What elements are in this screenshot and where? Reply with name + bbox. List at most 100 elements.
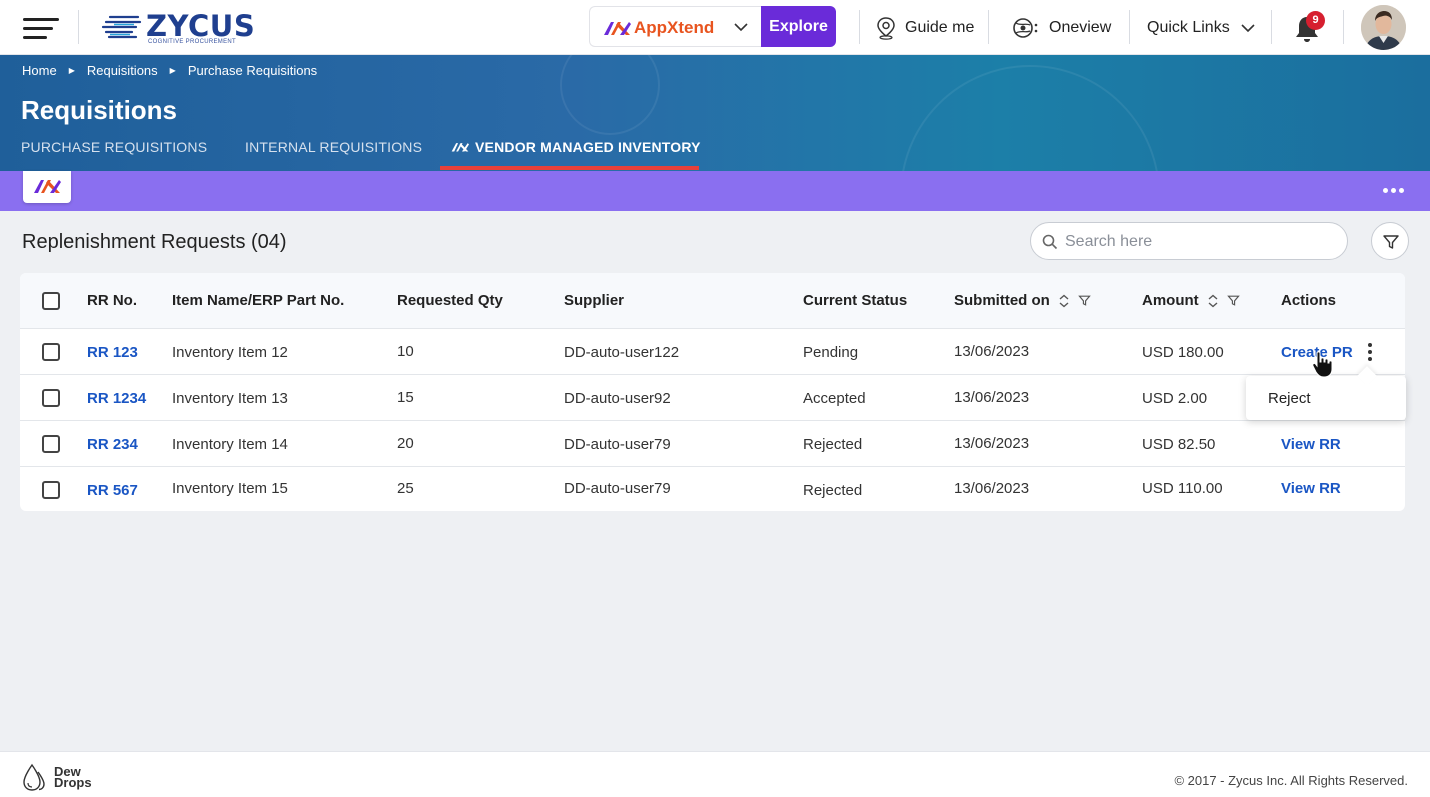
submitted-date: 13/06/2023 — [954, 480, 1030, 497]
amount: USD 82.50 — [1142, 436, 1216, 453]
appxtend-logo-icon — [451, 143, 469, 152]
tab-purchase-requisitions[interactable]: PURCHASE REQUISITIONS — [21, 139, 207, 155]
divider — [1343, 10, 1344, 44]
current-status: Pending — [803, 344, 859, 361]
appxtend-app-button[interactable] — [23, 171, 71, 203]
column-header-actions: Actions — [1281, 292, 1337, 309]
guide-me-button[interactable]: Guide me — [876, 0, 974, 55]
supplier-name: DD-auto-user92 — [564, 390, 671, 407]
appxtend-dropdown[interactable]: AppXtend — [589, 6, 761, 47]
divider — [859, 10, 860, 44]
breadcrumb-separator-icon: ▶ — [68, 66, 75, 75]
dewdrops-drop-icon — [23, 763, 45, 791]
column-header-status: Current Status — [803, 292, 908, 309]
more-options-icon[interactable] — [1383, 186, 1405, 196]
requested-qty: 25 — [397, 480, 414, 497]
appxtend-label: AppXtend — [634, 18, 715, 37]
oneview-globe-icon — [1013, 17, 1038, 38]
divider — [1129, 10, 1130, 44]
divider — [78, 10, 79, 44]
banner-decoration — [560, 55, 660, 135]
page-title: Requisitions — [21, 95, 178, 125]
amount: USD 2.00 — [1142, 390, 1208, 407]
explore-button[interactable]: Explore — [761, 6, 836, 47]
filter-button[interactable] — [1371, 222, 1409, 260]
reject-menu-item[interactable]: Reject — [1268, 390, 1311, 407]
amount: USD 110.00 — [1142, 480, 1223, 497]
copyright-text: © 2017 - Zycus Inc. All Rights Reserved. — [1174, 773, 1408, 788]
breadcrumb: Home ▶ Requisitions ▶ Purchase Requisiti… — [22, 63, 317, 78]
page-header-banner: Home ▶ Requisitions ▶ Purchase Requisiti… — [0, 55, 1430, 171]
breadcrumb-separator-icon: ▶ — [169, 66, 176, 75]
search-icon — [1042, 234, 1058, 250]
view-rr-link[interactable]: View RR — [1281, 480, 1341, 497]
column-filter-icon[interactable] — [1226, 294, 1240, 307]
table-header: RR No. Item Name/ERP Part No. Requested … — [20, 273, 1405, 329]
active-tab-indicator — [440, 166, 699, 170]
notification-count-badge: 9 — [1306, 11, 1325, 30]
item-name: Inventory Item 12 — [172, 344, 288, 361]
table-row: RR 567 Inventory Item 15 25 DD-auto-user… — [20, 467, 1405, 513]
table-row: RR 123 Inventory Item 12 10 DD-auto-user… — [20, 329, 1405, 375]
user-avatar-image — [1361, 5, 1406, 50]
breadcrumb-requisitions[interactable]: Requisitions — [87, 63, 158, 78]
column-filter-icon[interactable] — [1078, 294, 1091, 307]
requested-qty: 10 — [397, 343, 414, 360]
chevron-down-icon — [1241, 23, 1255, 32]
submitted-date: 13/06/2023 — [954, 389, 1030, 406]
user-avatar[interactable] — [1361, 5, 1406, 50]
submitted-date: 13/06/2023 — [954, 435, 1030, 452]
table-row: RR 234 Inventory Item 14 20 DD-auto-user… — [20, 421, 1405, 467]
tab-vendor-managed-inventory-label: VENDOR MANAGED INVENTORY — [475, 139, 701, 155]
hand-cursor-icon — [1312, 351, 1333, 378]
column-header-amount: Amount — [1142, 292, 1240, 309]
item-name: Inventory Item 14 — [172, 436, 288, 453]
column-header-supplier: Supplier — [564, 292, 625, 309]
search-input[interactable] — [1065, 231, 1335, 253]
column-header-qty: Requested Qty — [397, 292, 503, 309]
breadcrumb-purchase-requisitions[interactable]: Purchase Requisitions — [188, 63, 317, 78]
rr-number-link[interactable]: RR 123 — [87, 344, 138, 361]
dewdrops-logo: Dew Drops — [22, 762, 92, 792]
row-checkbox[interactable] — [42, 481, 60, 499]
quick-links-dropdown[interactable]: Quick Links — [1147, 0, 1256, 55]
view-rr-link[interactable]: View RR — [1281, 436, 1341, 453]
search-box — [1030, 222, 1348, 260]
oneview-button[interactable]: Oneview — [1010, 0, 1111, 55]
column-header-rr-no: RR No. — [87, 292, 137, 309]
quick-links-label: Quick Links — [1147, 18, 1230, 36]
rr-number-link[interactable]: RR 1234 — [87, 390, 146, 407]
replenishment-table: RR No. Item Name/ERP Part No. Requested … — [20, 273, 1405, 511]
appxtend-logo-icon — [34, 180, 61, 193]
zycus-logo[interactable]: ZYCUS COGNITIVE PROCUREMENT — [100, 9, 255, 47]
location-pin-icon — [877, 16, 895, 40]
breadcrumb-home[interactable]: Home — [22, 63, 57, 78]
rr-number-link[interactable]: RR 234 — [87, 436, 138, 453]
oneview-label: Oneview — [1049, 18, 1112, 36]
row-checkbox[interactable] — [42, 435, 60, 453]
table-row: RR 1234 Inventory Item 13 15 DD-auto-use… — [20, 375, 1405, 421]
appxtend-logo-icon — [604, 22, 631, 35]
divider — [1271, 10, 1272, 44]
row-checkbox[interactable] — [42, 389, 60, 407]
zycus-logo-mark-icon — [101, 15, 142, 39]
rr-number-link[interactable]: RR 567 — [87, 482, 138, 499]
hamburger-menu-icon[interactable] — [23, 16, 59, 40]
current-status: Accepted — [803, 390, 866, 407]
column-header-submitted-label: Submitted on — [954, 292, 1050, 309]
zycus-logo-text: ZYCUS — [146, 9, 256, 43]
select-all-checkbox[interactable] — [42, 292, 60, 310]
supplier-name: DD-auto-user79 — [564, 480, 671, 497]
tab-vendor-managed-inventory[interactable]: VENDOR MANAGED INVENTORY — [451, 139, 701, 155]
sort-icon[interactable] — [1058, 294, 1070, 308]
sort-icon[interactable] — [1207, 294, 1219, 308]
row-more-actions-icon[interactable] — [1366, 343, 1374, 361]
supplier-name: DD-auto-user79 — [564, 436, 671, 453]
item-name: Inventory Item 15 — [172, 480, 288, 497]
column-header-amount-label: Amount — [1142, 292, 1199, 309]
tab-internal-requisitions[interactable]: INTERNAL REQUISITIONS — [245, 139, 422, 155]
row-checkbox[interactable] — [42, 343, 60, 361]
filter-funnel-icon — [1383, 235, 1399, 249]
banner-decoration — [900, 65, 1160, 171]
amount: USD 180.00 — [1142, 344, 1224, 361]
